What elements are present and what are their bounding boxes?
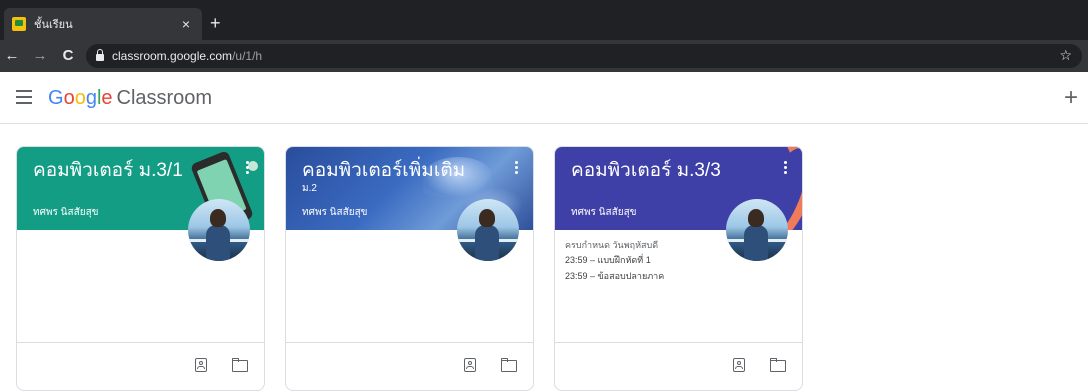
reload-button[interactable]: C <box>58 46 78 66</box>
url-path: /u/1/h <box>232 49 263 63</box>
class-title[interactable]: คอมพิวเตอร์ ม.3/1 <box>33 159 248 183</box>
google-classroom-logo[interactable]: Google Classroom <box>48 87 212 109</box>
classroom-header: Google Classroom + <box>0 72 1088 124</box>
class-card-footer <box>17 342 264 390</box>
back-button[interactable]: ← <box>2 46 22 66</box>
class-card-com-m3-1[interactable]: คอมพิวเตอร์ ม.3/1 ทศพร นิสสัยสุข <box>16 146 265 391</box>
open-class-folder-icon[interactable] <box>770 357 786 373</box>
create-or-join-class-button[interactable]: + <box>1064 86 1078 110</box>
teacher-name[interactable]: ทศพร นิสสัยสุข <box>571 205 637 220</box>
open-your-work-portfolio-icon[interactable] <box>193 357 209 373</box>
class-options-kebab-icon[interactable] <box>246 161 250 176</box>
browser-tab-classes[interactable]: ชั้นเรียน × <box>4 8 202 40</box>
teacher-name[interactable]: ทศพร นิสสัยสุข <box>33 205 99 220</box>
class-title[interactable]: คอมพิวเตอร์เพิ่มเติม <box>302 159 517 183</box>
url-host: classroom.google.com <box>112 49 233 63</box>
class-card-com-m3-3[interactable]: คอมพิวเตอร์ ม.3/3 ทศพร นิสสัยสุข ครบกำหน… <box>554 146 803 391</box>
due-assignment-link[interactable]: 23:59 – ข้อสอบปลายภาค <box>565 268 792 284</box>
class-section: ม.2 <box>302 183 317 194</box>
logo-letter: o <box>63 87 75 109</box>
logo-letter: e <box>101 87 113 109</box>
class-card-com-extra[interactable]: คอมพิวเตอร์เพิ่มเติม ม.2 ทศพร นิสสัยสุข <box>285 146 534 391</box>
browser-toolbar: ← → C classroom.google.com/u/1/h ☆ <box>0 40 1088 72</box>
logo-letter: G <box>48 87 64 109</box>
bookmark-star-icon[interactable]: ☆ <box>1059 47 1072 64</box>
lock-icon[interactable] <box>96 49 104 61</box>
class-options-kebab-icon[interactable] <box>515 161 519 176</box>
open-class-folder-icon[interactable] <box>232 357 248 373</box>
new-tab-button[interactable]: + <box>210 14 221 32</box>
logo-letter: o <box>74 87 86 109</box>
forward-button[interactable]: → <box>30 46 50 66</box>
class-options-kebab-icon[interactable] <box>784 161 788 176</box>
product-name: Classroom <box>116 87 213 109</box>
open-your-work-portfolio-icon[interactable] <box>462 357 478 373</box>
teacher-avatar <box>188 199 250 261</box>
main-menu-icon[interactable] <box>16 90 32 104</box>
tab-title: ชั้นเรียน <box>34 19 73 31</box>
logo-letter: g <box>85 87 97 109</box>
class-card-footer <box>286 342 533 390</box>
address-bar[interactable]: classroom.google.com/u/1/h ☆ <box>86 44 1082 68</box>
tab-close-icon[interactable]: × <box>178 16 194 32</box>
teacher-avatar <box>457 199 519 261</box>
classroom-favicon-icon <box>12 17 26 31</box>
class-card-footer <box>555 342 802 390</box>
browser-tabstrip: ชั้นเรียน × + <box>0 0 1088 40</box>
teacher-avatar <box>726 199 788 261</box>
class-title[interactable]: คอมพิวเตอร์ ม.3/3 <box>571 159 786 183</box>
open-class-folder-icon[interactable] <box>501 357 517 373</box>
teacher-name[interactable]: ทศพร นิสสัยสุข <box>302 205 368 220</box>
open-your-work-portfolio-icon[interactable] <box>731 357 747 373</box>
